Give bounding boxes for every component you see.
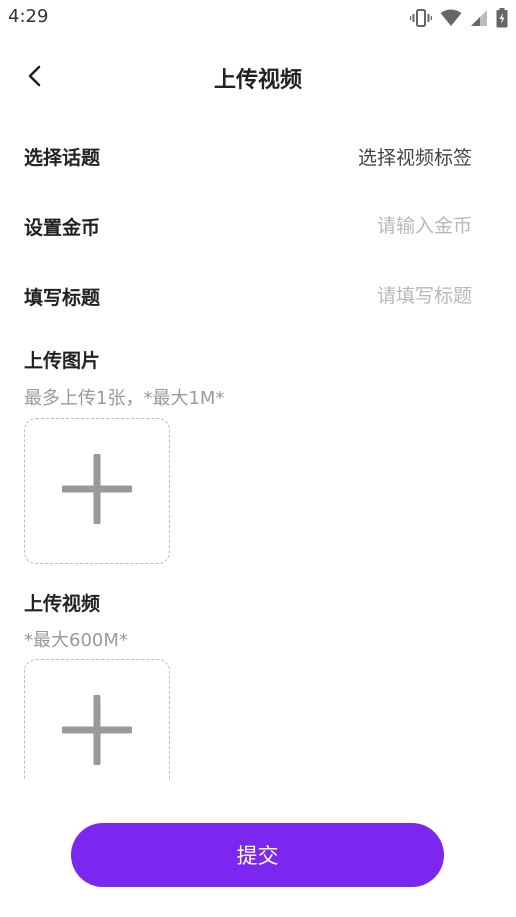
battery-icon xyxy=(496,8,508,28)
title-input[interactable] xyxy=(252,285,472,307)
coins-input[interactable] xyxy=(252,215,472,237)
topic-row[interactable]: 选择话题 选择视频标签 xyxy=(24,138,472,174)
upload-image-title: 上传图片 xyxy=(24,350,101,372)
vibrate-icon xyxy=(410,8,432,28)
plus-icon xyxy=(60,452,134,528)
topic-selector[interactable]: 选择视频标签 xyxy=(358,143,472,170)
wifi-icon xyxy=(440,9,462,27)
upload-video-title: 上传视频 xyxy=(24,593,101,615)
coins-label: 设置金币 xyxy=(24,216,101,239)
coins-row: 设置金币 xyxy=(24,208,472,244)
upload-image-hint: 最多上传1张，*最大1M* xyxy=(24,388,225,409)
status-time: 4:29 xyxy=(8,6,49,27)
topic-label: 选择话题 xyxy=(24,146,101,169)
upload-video-button[interactable] xyxy=(24,659,170,780)
status-icons xyxy=(410,8,508,28)
title-label: 填写标题 xyxy=(24,286,101,309)
page-title: 上传视频 xyxy=(213,68,302,93)
nav-bar: 上传视频 xyxy=(0,56,516,100)
status-bar: 4:29 xyxy=(0,0,516,36)
upload-video-hint: *最大600M* xyxy=(24,630,128,651)
upload-video-clip xyxy=(0,650,516,780)
upload-image-button[interactable] xyxy=(24,418,170,564)
submit-button[interactable]: 提交 xyxy=(71,823,444,887)
plus-icon xyxy=(60,693,134,769)
title-row: 填写标题 xyxy=(24,278,472,314)
signal-icon xyxy=(470,9,488,27)
